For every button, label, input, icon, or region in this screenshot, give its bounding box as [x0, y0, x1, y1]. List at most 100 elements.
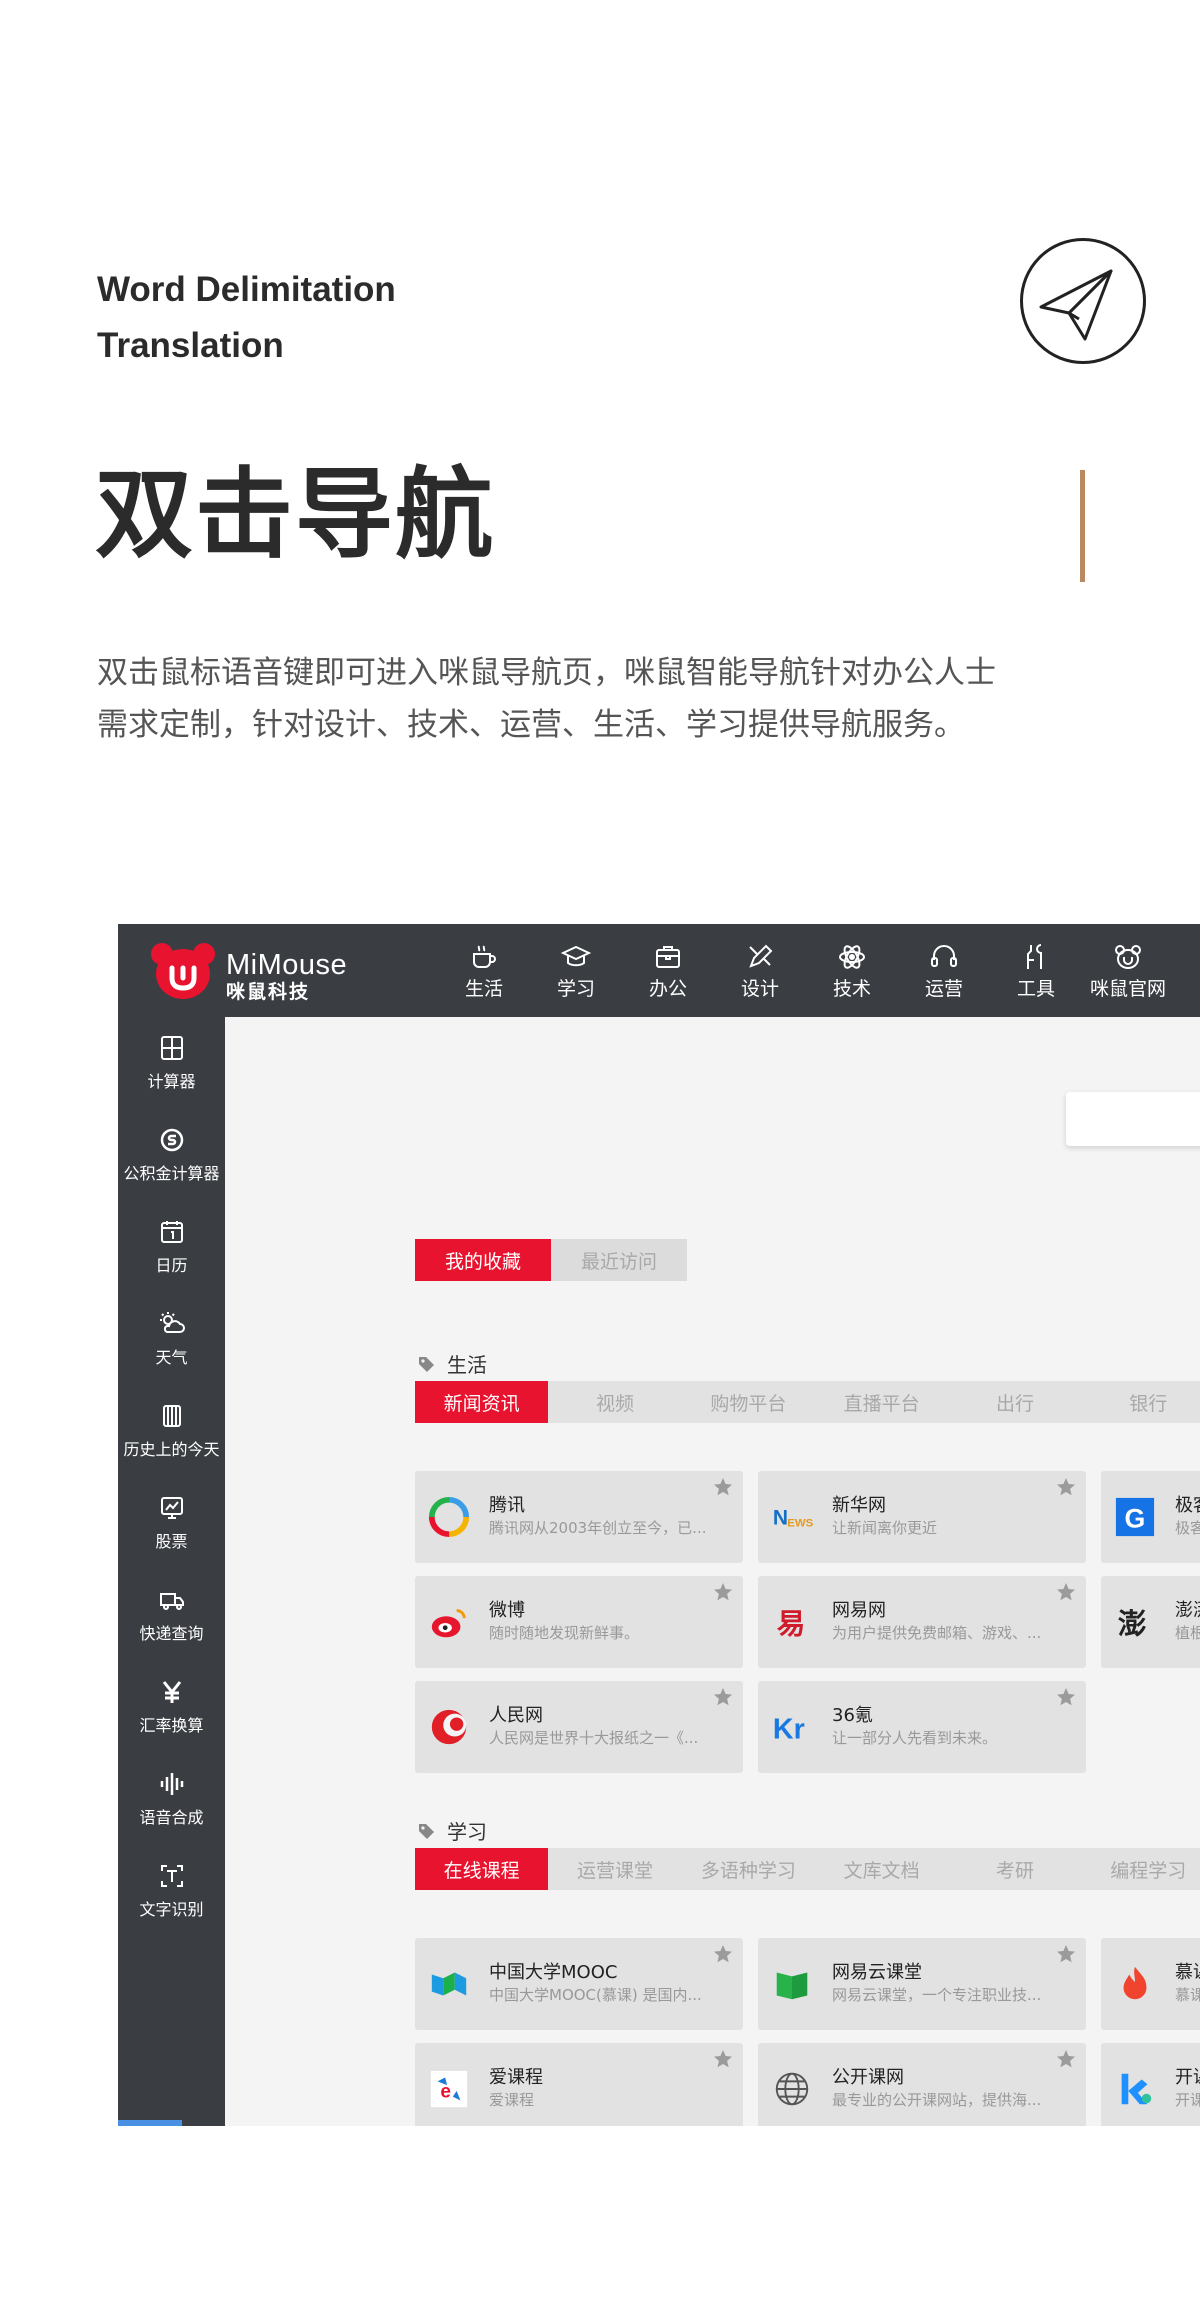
nav-item-label: 生活 [464, 977, 503, 1000]
star-icon[interactable] [713, 2049, 733, 2069]
voice-wave-icon [160, 1773, 183, 1795]
mouse-logo-icon [1115, 944, 1141, 969]
star-icon[interactable] [713, 1582, 733, 1602]
tag-icon [419, 1823, 434, 1839]
nav-item-office[interactable]: 办公 [622, 924, 714, 1017]
sidebar-item-label: 天气 [155, 1348, 188, 1367]
card-desc: 为用户提供免费邮箱、游戏、... [832, 1624, 1042, 1642]
sidebar-item-voice-synthesis[interactable]: 语音合成 [118, 1753, 225, 1845]
svg-text:EWS: EWS [787, 1518, 813, 1530]
sidebar-item-exchange[interactable]: 汇率换算 [118, 1661, 225, 1753]
site-card-thepaper[interactable]: 澎 澎湃 植根 [1101, 1576, 1200, 1668]
site-card-people[interactable]: 人民网 人民网是世界十大报纸之一《... [415, 1681, 743, 1773]
site-card-netease[interactable]: 易 网易网 为用户提供免费邮箱、游戏、... [758, 1576, 1086, 1668]
stock-icon [160, 1497, 183, 1519]
horizontal-scrollbar[interactable] [118, 2120, 182, 2126]
tab-recent-visits[interactable]: 最近访问 [551, 1239, 687, 1281]
sidebar-item-label: 文字识别 [139, 1900, 204, 1919]
mimouse-logo[interactable]: MiMouse 咪鼠科技 [150, 936, 360, 1006]
star-icon[interactable] [1056, 1687, 1076, 1707]
hero-description: 双击鼠标语音键即可进入咪鼠导航页，咪鼠智能导航针对办公人士 需求定制，针对设计、… [97, 647, 1077, 751]
star-icon[interactable] [1056, 1582, 1076, 1602]
search-input[interactable] [1066, 1092, 1200, 1146]
site-card-weibo[interactable]: 微博 随时随地发现新鲜事。 [415, 1576, 743, 1668]
site-card-mooc[interactable]: 中国大学MOOC 中国大学MOOC(慕课) 是国内... [415, 1938, 743, 2030]
nav-item-tech[interactable]: 技术 [806, 924, 898, 1017]
category-news[interactable]: 新闻资讯 [415, 1381, 549, 1423]
sidebar-item-calendar[interactable]: 日历 [118, 1201, 225, 1293]
top-bar: MiMouse 咪鼠科技 生活 学习 办公 设计 技术 运营 工具 咪鼠官网 [118, 924, 1200, 1017]
nav-item-operation[interactable]: 运营 [898, 924, 990, 1017]
yen-icon [162, 1681, 181, 1703]
card-title: 腾讯 [489, 1495, 525, 1516]
category-live[interactable]: 直播平台 [815, 1381, 948, 1423]
study163-icon [770, 1962, 814, 2006]
sidebar-item-history-today[interactable]: 历史上的今天 [118, 1385, 225, 1477]
sidebar-item-label: 历史上的今天 [123, 1440, 220, 1459]
star-icon[interactable] [713, 1477, 733, 1497]
sidebar-item-text-recognition[interactable]: 文字识别 [118, 1845, 225, 1937]
weibo-icon [427, 1600, 471, 1644]
nav-item-study[interactable]: 学习 [530, 924, 622, 1017]
fund-icon [160, 1128, 183, 1152]
site-card-kaike[interactable]: 开课 开课 [1101, 2043, 1200, 2126]
history-icon [162, 1405, 181, 1427]
headset-icon [931, 944, 957, 967]
category-operation-class[interactable]: 运营课堂 [548, 1848, 681, 1890]
sidebar-item-weather[interactable]: 天气 [118, 1293, 225, 1385]
site-card-36kr[interactable]: Kr 36氪 让一部分人先看到未来。 [758, 1681, 1086, 1773]
star-icon[interactable] [1056, 1477, 1076, 1497]
nav-item-life[interactable]: 生活 [438, 924, 530, 1017]
category-programming[interactable]: 编程学习 [1082, 1848, 1200, 1890]
sidebar-item-calculator[interactable]: 计算器 [118, 1017, 225, 1109]
card-title: 澎湃 [1175, 1600, 1200, 1621]
delivery-icon [159, 1593, 184, 1610]
card-desc: 让一部分人先看到未来。 [832, 1729, 998, 1747]
card-desc: 慕课 [1175, 1986, 1200, 2004]
coffee-icon [473, 945, 496, 968]
weather-icon [159, 1312, 185, 1333]
site-card-imooc[interactable]: 慕课 慕课 [1101, 1938, 1200, 2030]
star-icon[interactable] [1056, 1944, 1076, 1964]
category-bank[interactable]: 银行 [1082, 1381, 1200, 1423]
sidebar-item-fund-calculator[interactable]: 公积金计算器 [118, 1109, 225, 1201]
imooc-icon [1113, 1962, 1157, 2006]
hero-title: 双击导航 [95, 458, 496, 572]
nav-item-official-site[interactable]: 咪鼠官网 [1082, 924, 1174, 1017]
sidebar: 计算器 公积金计算器 日历 天气 历史上的今天 股票 快递查询 汇率换算 语音合… [118, 1017, 225, 2126]
nav-item-design[interactable]: 设计 [714, 924, 806, 1017]
category-postgraduate[interactable]: 考研 [948, 1848, 1081, 1890]
sidebar-item-label: 股票 [155, 1532, 188, 1551]
hero-subtitle-line-2: Translation [97, 326, 284, 365]
star-icon[interactable] [1056, 2049, 1076, 2069]
site-card-geek[interactable]: G 极客 极客 [1101, 1471, 1200, 1563]
category-video[interactable]: 视频 [548, 1381, 681, 1423]
site-card-tencent[interactable]: 腾讯 腾讯网从2003年创立至今，已... [415, 1471, 743, 1563]
star-icon[interactable] [713, 1944, 733, 1964]
card-desc: 最专业的公开课网站，提供海... [832, 2091, 1042, 2109]
36kr-icon: Kr [770, 1705, 814, 1749]
site-card-opencourse[interactable]: 公开课网 最专业的公开课网站，提供海... [758, 2043, 1086, 2126]
hero-description-line-1: 双击鼠标语音键即可进入咪鼠导航页，咪鼠智能导航针对办公人士 [97, 655, 996, 691]
category-languages[interactable]: 多语种学习 [682, 1848, 815, 1890]
tab-my-favorites[interactable]: 我的收藏 [415, 1239, 551, 1281]
sidebar-item-stock[interactable]: 股票 [118, 1477, 225, 1569]
section-title-life: 生活 [417, 1349, 487, 1378]
sidebar-item-delivery[interactable]: 快递查询 [118, 1569, 225, 1661]
icourse-icon: e [427, 2067, 471, 2111]
site-card-study163[interactable]: 网易云课堂 网易云课堂，一个专注职业技... [758, 1938, 1086, 2030]
star-icon[interactable] [713, 1687, 733, 1707]
sidebar-item-label: 快递查询 [139, 1624, 204, 1643]
top-nav: 生活 学习 办公 设计 技术 运营 工具 咪鼠官网 [438, 924, 1174, 1017]
site-card-xinhua[interactable]: N EWS 新华网 让新闻离你更近 [758, 1471, 1086, 1563]
nav-item-tools[interactable]: 工具 [990, 924, 1082, 1017]
card-title: 开课 [1175, 2067, 1200, 2088]
section-title-study: 学习 [417, 1816, 487, 1845]
card-title: 新华网 [832, 1495, 886, 1516]
category-documents[interactable]: 文库文档 [815, 1848, 948, 1890]
site-card-icourse[interactable]: e 爱课程 爱课程 [415, 2043, 743, 2126]
category-online-course[interactable]: 在线课程 [415, 1848, 549, 1890]
card-title: 36氪 [832, 1705, 873, 1726]
category-travel[interactable]: 出行 [948, 1381, 1081, 1423]
category-shopping[interactable]: 购物平台 [682, 1381, 815, 1423]
